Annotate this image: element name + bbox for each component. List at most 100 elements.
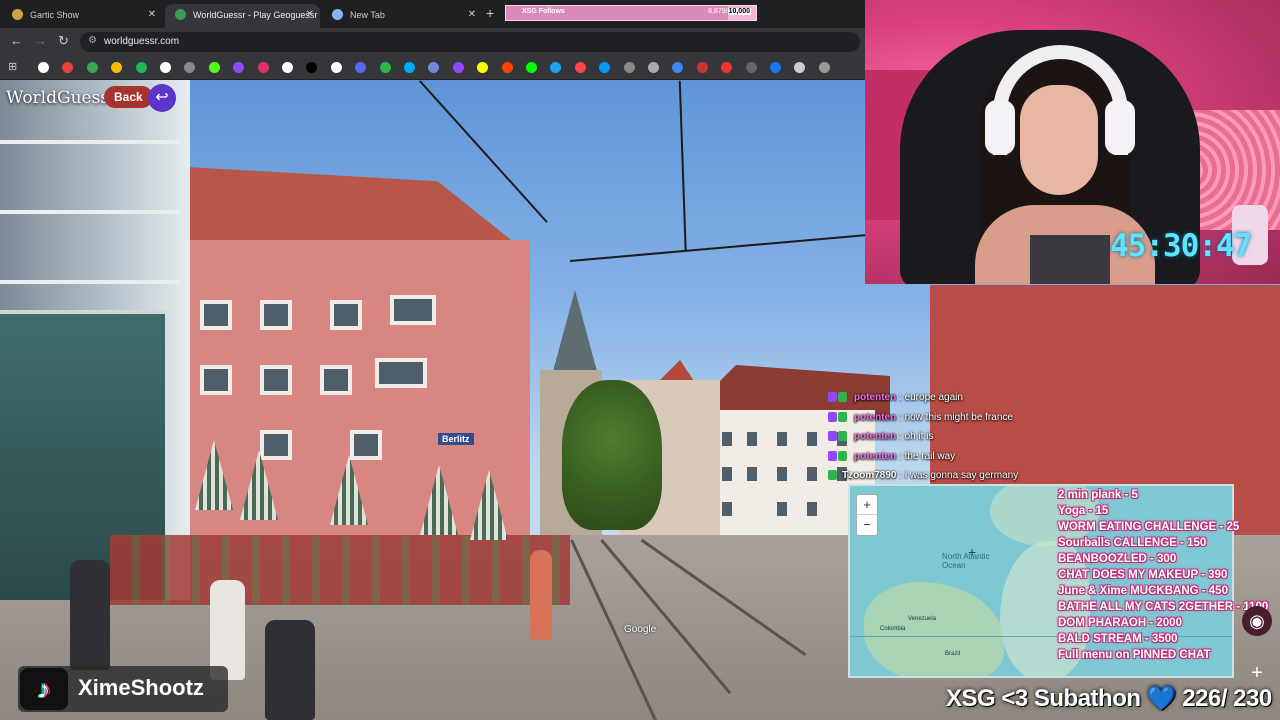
bookmark-icon[interactable] bbox=[111, 62, 123, 73]
bookmark-icon[interactable] bbox=[574, 62, 586, 73]
menu-item: BALD STREAM - 3500 bbox=[1058, 633, 1178, 645]
chat-badges bbox=[828, 411, 850, 424]
close-icon[interactable]: ✕ bbox=[306, 4, 314, 26]
bookmark-icon[interactable] bbox=[721, 62, 733, 73]
bookmark-icon[interactable] bbox=[770, 62, 781, 73]
subathon-count: 226 bbox=[1182, 685, 1221, 712]
bookmark-icon[interactable] bbox=[379, 62, 391, 73]
bookmark-icon[interactable] bbox=[404, 62, 415, 73]
subathon-separator: / bbox=[1220, 685, 1228, 712]
bookmark-icon[interactable] bbox=[355, 62, 367, 73]
headset-ear bbox=[985, 100, 1015, 155]
tab-new-tab[interactable]: New Tab ✕ bbox=[322, 4, 482, 28]
tab-label: Gartic Show bbox=[30, 10, 80, 20]
bookmark-icon[interactable] bbox=[233, 62, 245, 73]
chat-username: potenten bbox=[854, 450, 897, 462]
shop-sign: Berlitz bbox=[438, 433, 474, 445]
bookmark-icon[interactable] bbox=[550, 62, 562, 73]
menu-item: CHAT DOES MY MAKEUP - 390 bbox=[1058, 569, 1228, 581]
map-zoom-control: + − bbox=[856, 494, 878, 536]
bookmark-icon[interactable] bbox=[330, 62, 342, 73]
bookmark-icon[interactable] bbox=[818, 62, 830, 73]
chat-message: potenten : europe again bbox=[828, 390, 1088, 410]
gartic-icon bbox=[12, 9, 23, 20]
chat-message: potenten : now this might be france bbox=[828, 410, 1088, 430]
chat-text: europe again bbox=[904, 392, 963, 403]
map-place-label: Venezuela bbox=[908, 616, 937, 622]
bookmark-icon[interactable] bbox=[477, 62, 489, 73]
bookmark-icon[interactable] bbox=[208, 62, 220, 73]
bookmark-icon[interactable] bbox=[135, 62, 147, 73]
subathon-menu: 2 min plank - 5 Yoga - 15 WORM EATING CHAL… bbox=[1058, 489, 1268, 665]
tab-gartic-show[interactable]: Gartic Show ✕ bbox=[2, 4, 162, 28]
bookmark-icon[interactable] bbox=[306, 62, 318, 73]
bookmark-icon[interactable] bbox=[428, 62, 440, 73]
tab-bar: Gartic Show ✕ WorldGuessr - Play Geogues… bbox=[0, 0, 865, 28]
subathon-timer: 45:30:47 bbox=[1110, 228, 1252, 264]
zoom-out-button[interactable]: − bbox=[857, 515, 877, 535]
bookmark-icon[interactable] bbox=[696, 62, 708, 73]
bookmark-icon[interactable] bbox=[526, 62, 537, 73]
bookmark-icon[interactable] bbox=[672, 62, 684, 73]
bookmark-icon[interactable] bbox=[745, 62, 757, 73]
camera-icon[interactable]: ◉ bbox=[1242, 606, 1272, 636]
bookmark-icon[interactable] bbox=[86, 62, 98, 73]
browser-toolbar: ← → ↻ ⚙ worldguessr.com bbox=[0, 28, 865, 56]
menu-item: BATHE ALL MY CATS 2GETHER - 1100 bbox=[1058, 601, 1269, 613]
heart-icon: 💙 bbox=[1146, 685, 1177, 712]
bookmark-icon[interactable] bbox=[599, 62, 611, 73]
back-arrow-icon[interactable]: ← bbox=[10, 33, 23, 48]
apps-grid-icon[interactable]: ⊞ bbox=[8, 60, 19, 73]
reload-icon[interactable]: ↻ bbox=[58, 33, 69, 49]
globe-icon bbox=[175, 9, 186, 20]
chat-badges bbox=[828, 392, 850, 404]
tab-label: New Tab bbox=[350, 10, 385, 20]
zoom-in-button[interactable]: + bbox=[857, 495, 877, 515]
chrome-icon bbox=[332, 9, 343, 20]
back-button[interactable]: Back bbox=[104, 86, 153, 108]
forward-arrow-icon[interactable]: → bbox=[34, 33, 47, 48]
bookmark-icon[interactable] bbox=[160, 62, 171, 73]
bookmark-icon[interactable] bbox=[184, 62, 196, 73]
goal-label: XSG Follows bbox=[522, 8, 565, 15]
new-tab-icon[interactable]: + bbox=[486, 5, 494, 21]
bookmark-icon[interactable] bbox=[62, 62, 74, 73]
chat-overlay: potenten : europe again potenten : now t… bbox=[828, 390, 1088, 488]
bookmark-icon[interactable] bbox=[501, 62, 513, 73]
chat-text: oh it is bbox=[904, 431, 934, 442]
pedestrian bbox=[210, 580, 245, 680]
menu-item: 2 min plank - 5 bbox=[1058, 489, 1138, 501]
pedestrian bbox=[70, 560, 110, 670]
bookmark-icon[interactable] bbox=[794, 62, 806, 73]
close-icon[interactable]: ✕ bbox=[468, 4, 476, 26]
site-info-icon[interactable]: ⚙ bbox=[88, 35, 97, 46]
chat-badges bbox=[828, 431, 850, 443]
subathon-label: XSG <3 Subathon bbox=[946, 685, 1141, 712]
chat-username: potenten bbox=[854, 431, 897, 442]
goal-count: 8,879/10,000 bbox=[708, 8, 751, 15]
bookmark-icon[interactable] bbox=[452, 62, 464, 73]
bookmark-icon[interactable] bbox=[648, 62, 659, 73]
close-icon[interactable]: ✕ bbox=[148, 4, 156, 26]
bookmark-icon[interactable] bbox=[257, 62, 269, 73]
menu-item: BEANBOOZLED - 300 bbox=[1058, 553, 1177, 565]
pedestrian bbox=[265, 620, 315, 720]
tree bbox=[562, 380, 662, 530]
menu-item: Sourballs CALLENGE - 150 bbox=[1058, 537, 1207, 549]
chat-text: the rail way bbox=[904, 450, 956, 462]
chat-username: potenten bbox=[854, 411, 897, 423]
chat-badges bbox=[828, 450, 850, 463]
worldguessr-logo[interactable]: WorldGuessr bbox=[6, 88, 117, 108]
bookmark-icon[interactable] bbox=[623, 62, 635, 73]
undo-arrow-icon[interactable]: ↩ bbox=[148, 84, 176, 112]
tiktok-handle: XimeShootz bbox=[78, 675, 204, 700]
stream-frame: Berlitz WorldGuessr Back ↩ Google Gartic… bbox=[0, 0, 1280, 720]
bookmark-icon[interactable] bbox=[282, 62, 293, 73]
follow-goal-bar: XSG Follows 8,879/10,000 bbox=[505, 5, 757, 21]
chat-message: potenten : oh it is bbox=[828, 429, 1088, 449]
address-bar[interactable]: ⚙ worldguessr.com bbox=[80, 32, 860, 52]
tab-worldguessr[interactable]: WorldGuessr - Play Geoguessr Free ✕ bbox=[165, 4, 320, 28]
menu-item: WORM EATING CHALLENGE - 25 bbox=[1058, 521, 1240, 533]
bookmark-icon[interactable] bbox=[38, 62, 49, 73]
subathon-total: 230 bbox=[1233, 685, 1272, 712]
